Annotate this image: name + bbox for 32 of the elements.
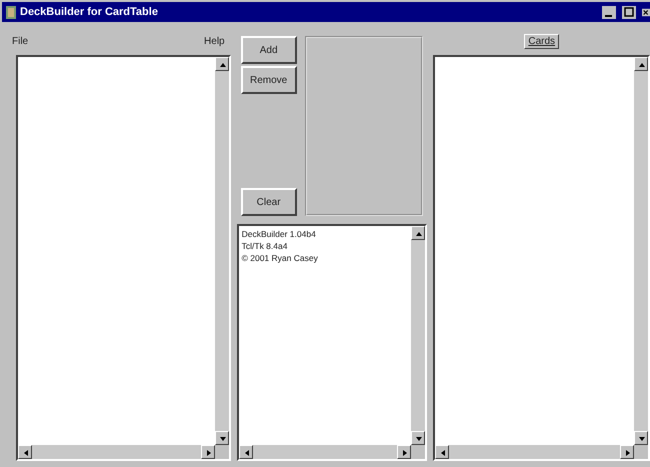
vertical-scrollbar[interactable] [634, 57, 648, 445]
scroll-down-icon[interactable] [411, 431, 426, 445]
scroll-right-icon[interactable] [397, 445, 412, 459]
app-icon [6, 6, 16, 18]
info-text: DeckBuilder 1.04b4 [242, 228, 317, 240]
add-button[interactable]: Add [240, 36, 297, 64]
scroll-left-icon[interactable] [435, 445, 450, 459]
info-text: © 2001 Ryan Casey [242, 252, 319, 264]
menu-item[interactable]: File [12, 36, 28, 46]
scroll-up-icon[interactable] [411, 226, 426, 240]
scroll-right-icon[interactable] [200, 445, 215, 459]
scroll-down-icon[interactable] [634, 431, 648, 445]
scroll-left-icon[interactable] [18, 445, 32, 459]
cards-button[interactable]: Cards [524, 34, 560, 48]
vertical-scrollbar[interactable] [411, 226, 426, 445]
remove-button[interactable]: Remove [240, 66, 297, 94]
vertical-scrollbar[interactable] [214, 57, 229, 445]
info-text: Tcl/Tk 8.4a4 [242, 240, 288, 252]
scroll-down-icon[interactable] [214, 431, 229, 445]
horizontal-scrollbar[interactable] [238, 445, 412, 459]
list-box[interactable]: DeckBuilder 1.04b4 Tcl/Tk 8.4a4 © 2001 Ryan Casey [236, 224, 428, 461]
horizontal-scrollbar[interactable] [18, 445, 215, 459]
horizontal-scrollbar[interactable] [435, 445, 634, 459]
menu-item[interactable]: Help [204, 36, 225, 46]
scroll-up-icon[interactable] [634, 57, 648, 71]
minimize-icon[interactable] [602, 6, 616, 18]
scroll-up-icon[interactable] [214, 57, 229, 71]
scroll-left-icon[interactable] [238, 445, 253, 459]
clear-button[interactable]: Clear [240, 188, 297, 216]
scroll-right-icon[interactable] [620, 445, 634, 459]
maximize-icon[interactable] [622, 6, 636, 18]
window-title: DeckBuilder for CardTable [20, 6, 159, 18]
